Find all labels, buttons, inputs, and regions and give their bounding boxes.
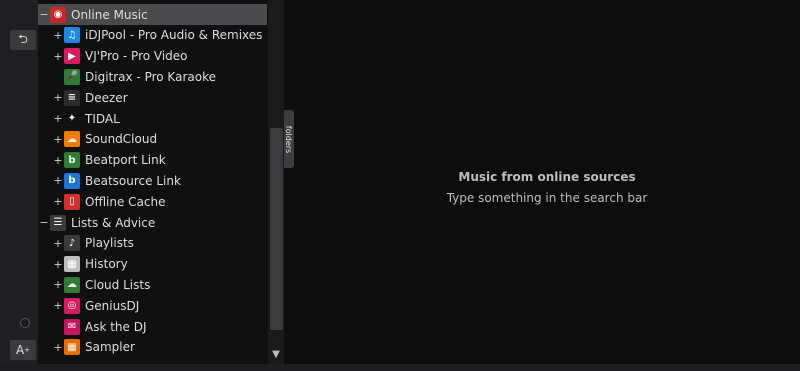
geniusdj-icon: ◎ [64,297,80,314]
beatsource-icon: b [64,172,80,189]
vjpro-icon: ▶ [64,48,80,65]
cloud-lists-icon: ☁ [64,276,80,293]
tree-item-label: Digitrax - Pro Karaoke [85,69,216,84]
tree-item-label: Playlists [85,236,134,251]
expand-icon[interactable]: + [53,112,63,125]
expand-icon[interactable]: + [53,50,63,63]
tree-item[interactable]: + ▯ Offline Cache [38,191,268,212]
sampler-icon: ▦ [64,339,80,356]
tree-item[interactable]: + ♪ Playlists [38,233,268,254]
expand-icon[interactable]: + [53,237,63,250]
collapse-icon[interactable]: − [39,216,49,229]
folder-tree: − ◉ Online Music + ♫ iDJPool - Pro Audio & Re… [38,0,268,364]
tree-item-label: Deezer [85,90,128,105]
tree-item[interactable]: + ◎ GeniusDJ [38,295,268,316]
history-icon: ▦ [64,256,80,273]
scroll-down-icon[interactable]: ▼ [268,346,284,362]
tree-item-label: Beatport Link [85,153,166,168]
tree-item[interactable]: + ≡ Deezer [38,87,268,108]
tree-item-label: VJ'Pro - Pro Video [85,49,188,64]
beatport-icon: b [64,152,80,169]
folders-tab-label: folders [284,125,294,153]
expand-icon[interactable]: + [53,299,63,312]
tree-item[interactable]: − ☰ Lists & Advice [38,212,268,233]
expand-icon[interactable]: + [53,91,63,104]
tree-item-label: Ask the DJ [85,319,147,334]
font-button-label: A [15,343,25,357]
tree-item-label: TIDAL [85,111,120,126]
expand-icon[interactable]: + [53,133,63,146]
expand-icon[interactable]: + [53,154,63,167]
tree-item[interactable]: + ▦ History [38,254,268,275]
empty-state-title: Music from online sources [458,170,636,184]
expand-icon[interactable]: + [53,258,63,271]
tree-item-label: Cloud Lists [85,277,151,292]
bottom-bar [0,364,800,371]
soundcloud-icon: ☁ [64,131,80,148]
tree-item[interactable]: + ▦ Sampler [38,337,268,358]
offline-cache-icon: ▯ [64,193,80,210]
collapse-icon[interactable]: − [39,8,49,21]
expand-icon[interactable]: + [53,29,63,42]
back-icon[interactable]: ⮌ [10,30,36,50]
expand-icon[interactable]: + [53,174,63,187]
expand-icon[interactable]: + [53,341,63,354]
rail-indicator-icon[interactable] [20,318,30,328]
expand-icon[interactable]: + [53,195,63,208]
browser-main-area: Music from online sources Type something… [294,0,800,364]
playlists-icon: ♪ [64,235,80,252]
tree-item-label: SoundCloud [85,132,158,147]
tree-item[interactable]: ✉ Ask the DJ [38,316,268,337]
tree-item[interactable]: 🎤 Digitrax - Pro Karaoke [38,66,268,87]
digitrax-icon: 🎤 [64,68,80,85]
tree-item[interactable]: + ☁ SoundCloud [38,129,268,150]
ask-the-dj-icon: ✉ [64,318,80,335]
tree-item-label: Offline Cache [85,194,166,209]
empty-state-subtitle: Type something in the search bar [446,191,648,205]
idjpool-icon: ♫ [64,27,80,44]
left-rail: ⮌ A + [0,0,39,371]
tree-item[interactable]: + ☁ Cloud Lists [38,274,268,295]
tree-item[interactable]: + ▶ VJ'Pro - Pro Video [38,46,268,67]
tree-item[interactable]: + ♫ iDJPool - Pro Audio & Remixes [38,25,268,46]
tree-item-label: GeniusDJ [85,298,140,313]
font-size-icon[interactable]: A + [10,340,36,360]
tree-item[interactable]: + b Beatport Link [38,150,268,171]
tree-item-label: Sampler [85,340,135,355]
deezer-icon: ≡ [64,89,80,106]
folders-tab[interactable]: folders [284,110,294,168]
tree-item[interactable]: + ✦ TIDAL [38,108,268,129]
tidal-icon: ✦ [64,110,80,127]
online-music-icon: ◉ [50,6,66,23]
expand-icon[interactable]: + [53,278,63,291]
tree-item[interactable]: − ◉ Online Music [38,4,267,25]
tree-item-label: iDJPool - Pro Audio & Remixes [85,28,263,43]
tree-item-label: Lists & Advice [71,215,156,230]
tree-item[interactable]: + b Beatsource Link [38,170,268,191]
tree-scrollbar-thumb[interactable] [270,128,283,330]
tree-item-label: Beatsource Link [85,173,181,188]
tree-item-label: History [85,257,128,272]
tree-item-label: Online Music [71,7,148,22]
lists-advice-icon: ☰ [50,214,66,231]
